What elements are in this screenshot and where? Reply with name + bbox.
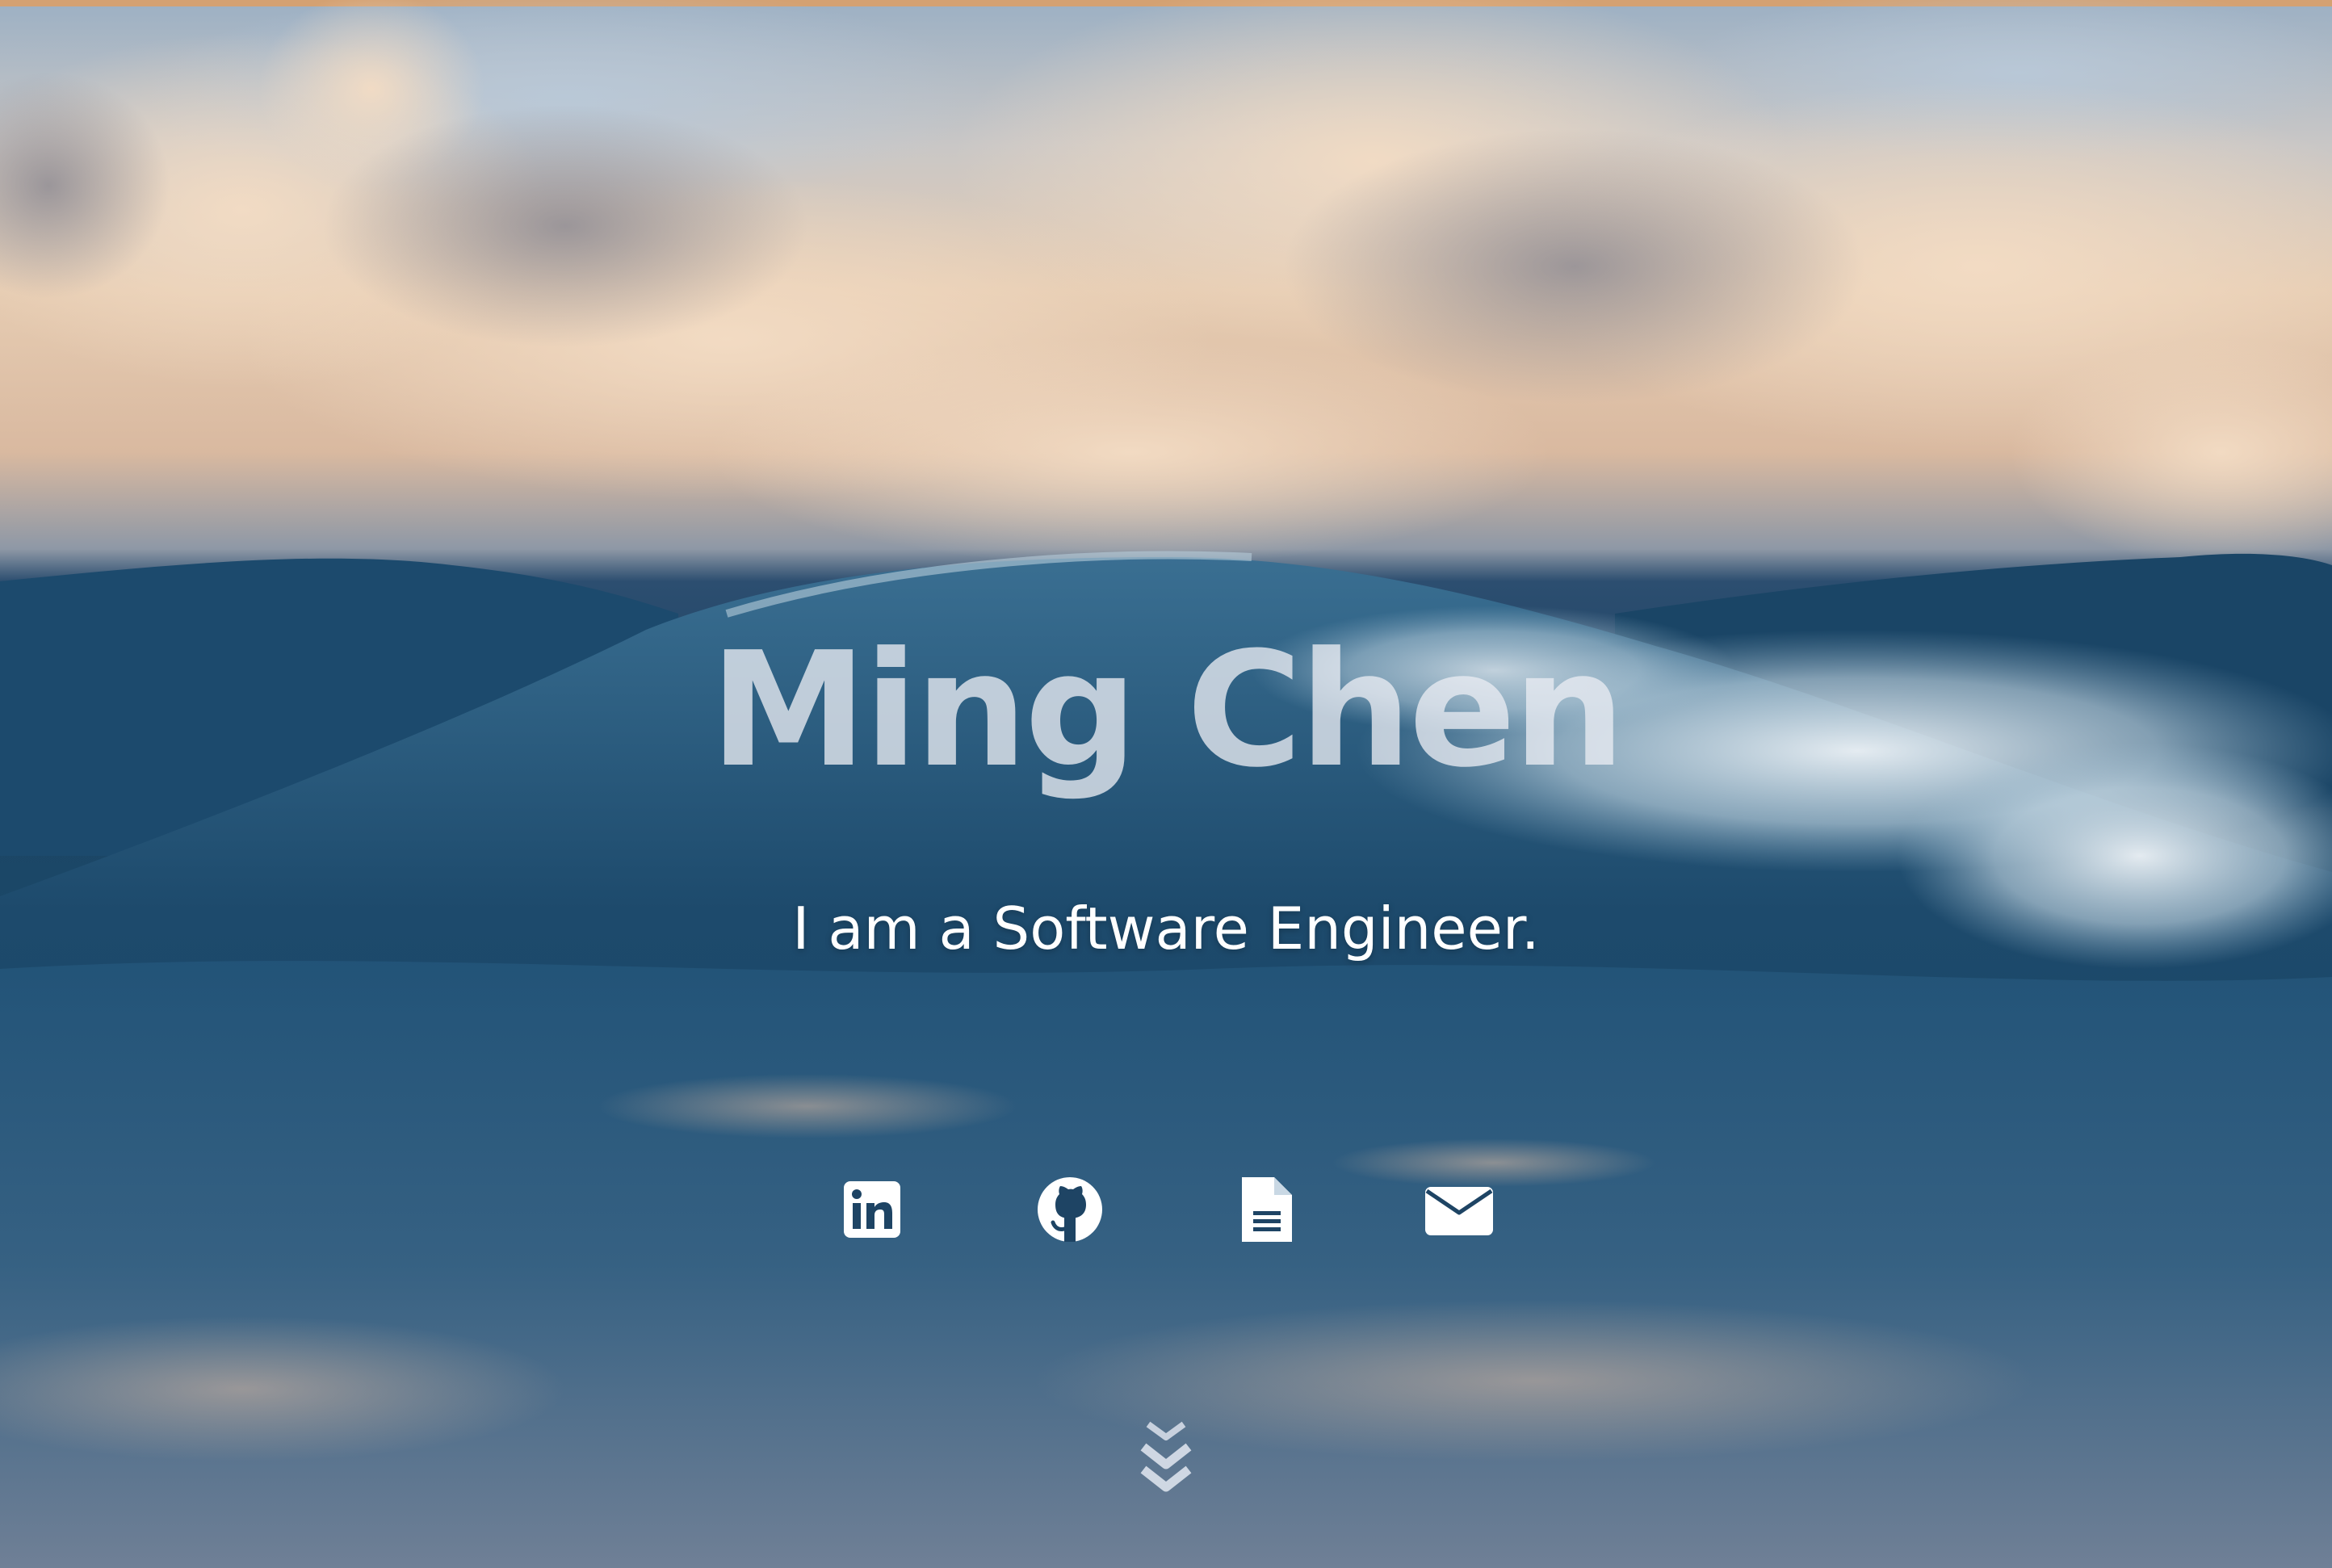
social-links [0, 1169, 2332, 1250]
github-link[interactable] [1030, 1169, 1110, 1250]
email-link[interactable] [1419, 1169, 1499, 1250]
envelope-icon [1425, 1187, 1493, 1235]
hero-content: Ming Chen I am a Software Engineer. [0, 0, 2332, 1568]
resume-document-icon [1242, 1177, 1292, 1242]
hero-name-heading: Ming Chen [709, 618, 1625, 803]
resume-link[interactable] [1226, 1169, 1307, 1250]
hero-tagline: I am a Software Engineer. [792, 895, 1540, 962]
double-chevron-down-icon [1140, 1421, 1192, 1492]
linkedin-link[interactable] [832, 1169, 912, 1250]
hero-section: Ming Chen I am a Software Engineer. [0, 0, 2332, 1568]
scroll-down-button[interactable] [1126, 1415, 1206, 1503]
github-icon [1038, 1177, 1102, 1242]
linkedin-icon [844, 1181, 900, 1238]
